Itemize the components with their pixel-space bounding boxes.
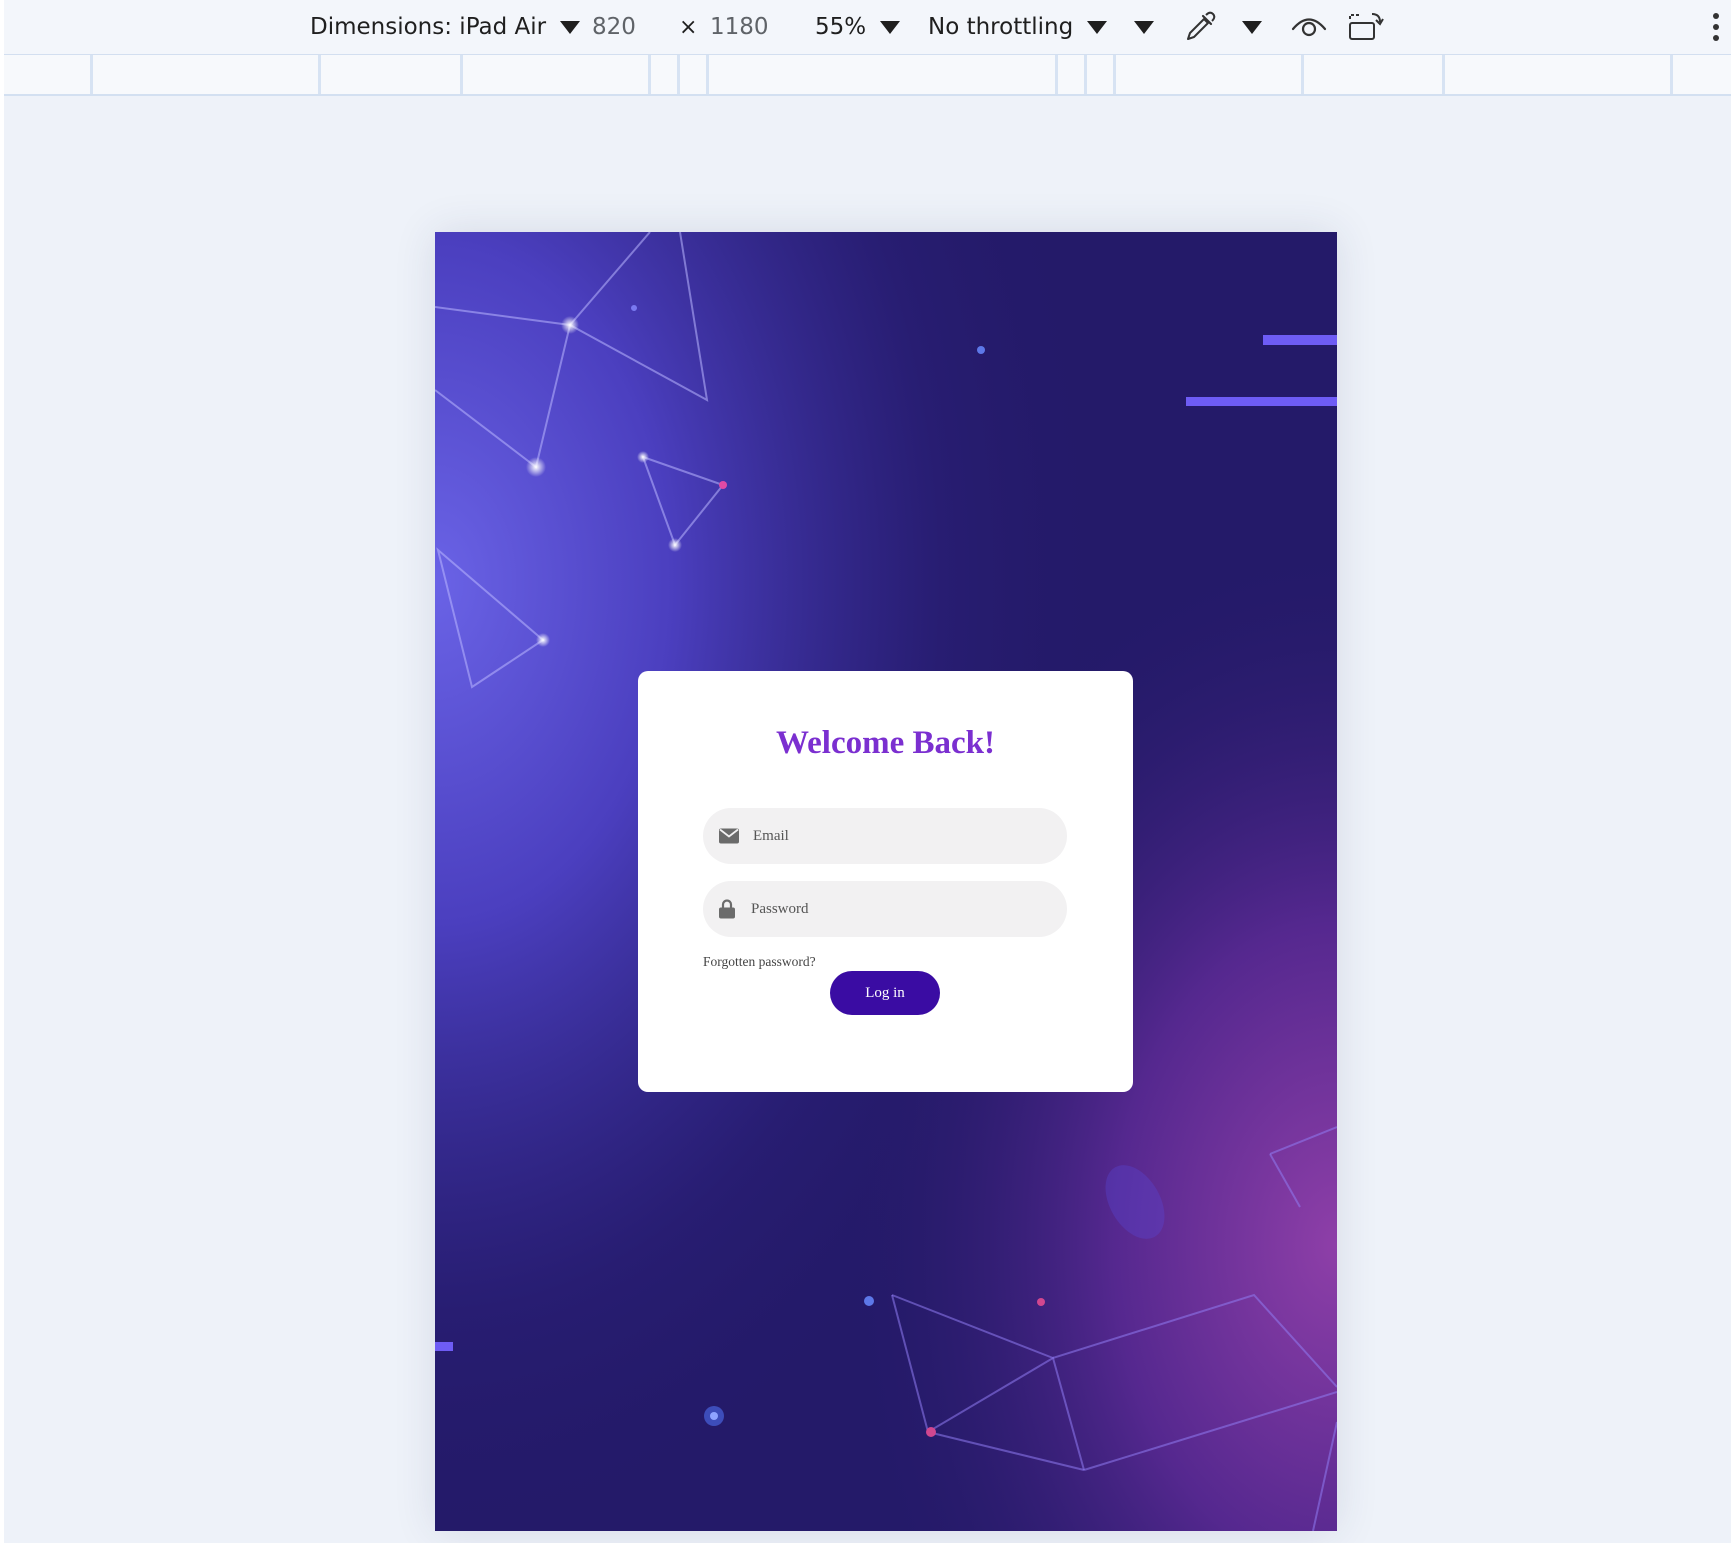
envelope-icon (719, 828, 739, 844)
chevron-down-icon (560, 20, 581, 34)
times-symbol: × (679, 14, 698, 40)
ruler-tick (460, 55, 463, 94)
ruler-tick (706, 55, 709, 94)
dimensions-dropdown[interactable]: Dimensions: iPad Air (310, 0, 581, 54)
chevron-down-icon (1087, 20, 1108, 34)
chevron-down-icon (1134, 20, 1154, 34)
password-placeholder: Password (751, 900, 809, 917)
throttling-label: No throttling (928, 14, 1074, 40)
forgot-password-link[interactable]: Forgotten password? (703, 954, 816, 970)
ruler-tick (1084, 55, 1087, 94)
ruler-tick (677, 55, 680, 94)
chevron-down-icon (880, 20, 901, 34)
rotate-device-icon (1349, 13, 1384, 40)
ruler-tick (90, 55, 93, 94)
more-options-button[interactable] (1712, 0, 1720, 54)
ruler-tick (318, 55, 321, 94)
lock-icon (719, 899, 735, 919)
ruler-tick (1670, 55, 1673, 94)
eyedropper-button[interactable] (1182, 0, 1218, 54)
ruler-tick (1442, 55, 1445, 94)
device-viewport: Welcome Back! Email Password Forgotten p… (435, 232, 1337, 1531)
ruler-tick (1055, 55, 1058, 94)
emulation-workspace: Welcome Back! Email Password Forgotten p… (4, 96, 1731, 1543)
zoom-dropdown[interactable]: 55% (815, 0, 901, 54)
eye-icon (1291, 18, 1327, 37)
height-input[interactable]: 1180 (710, 0, 769, 54)
more-vertical-icon (1713, 13, 1719, 41)
vision-dropdown[interactable] (1242, 0, 1262, 54)
ruler-tick (1301, 55, 1304, 94)
welcome-title: Welcome Back! (775, 725, 996, 761)
eyedropper-icon (1187, 11, 1216, 40)
login-button[interactable]: Log in (830, 971, 940, 1015)
rotate-button[interactable] (1346, 0, 1386, 54)
login-card: Welcome Back! Email Password Forgotten p… (638, 671, 1133, 1092)
ruler-tick (1113, 55, 1116, 94)
ruler-tick (648, 55, 651, 94)
throttling-dropdown[interactable]: No throttling (928, 0, 1108, 54)
email-placeholder: Email (753, 827, 789, 844)
width-input[interactable]: 820 (592, 0, 636, 54)
height-value: 1180 (710, 14, 769, 40)
password-field[interactable]: Password (703, 881, 1067, 937)
dimension-separator: × (679, 0, 697, 54)
chevron-down-icon (1242, 20, 1262, 34)
extra-dropdown[interactable] (1134, 0, 1154, 54)
zoom-value: 55% (815, 14, 867, 40)
width-value: 820 (592, 14, 636, 40)
email-field[interactable]: Email (703, 808, 1067, 864)
vision-button[interactable] (1290, 0, 1328, 54)
device-toolbar: Dimensions: iPad Air 820 × 1180 55% No t… (4, 0, 1731, 55)
dimensions-label: Dimensions: iPad Air (310, 14, 547, 40)
media-query-ruler[interactable] (4, 55, 1731, 96)
